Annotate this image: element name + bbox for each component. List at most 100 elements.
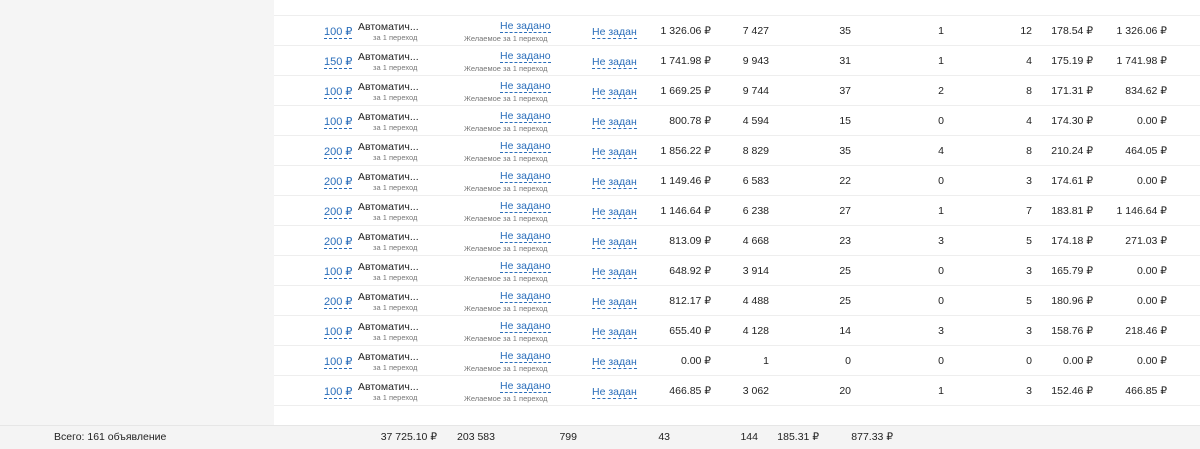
bid-editor[interactable]: 200 ₽ (324, 296, 353, 309)
spend-value: 648.92 ₽ (669, 265, 711, 277)
desired-value-link[interactable]: Не задано (500, 81, 551, 93)
revenue-value: 1 326.06 ₽ (1116, 25, 1167, 37)
desired-value-link[interactable]: Не задано (500, 381, 551, 393)
bid-editor[interactable]: 100 ₽ (324, 326, 353, 339)
bid-editor[interactable]: 200 ₽ (324, 236, 353, 249)
bid-editor[interactable]: 200 ₽ (324, 176, 353, 189)
revenue-value: 0.00 ₽ (1136, 295, 1167, 307)
col5-value: 3 (1026, 265, 1032, 277)
desired-value-link[interactable]: Не задано (500, 201, 551, 213)
cpc-value: 175.19 ₽ (1051, 55, 1093, 67)
revenue-value: 1 146.64 ₽ (1116, 205, 1167, 217)
spend-value: 1 856.22 ₽ (660, 145, 711, 157)
conversions-value: 0 (938, 295, 944, 307)
bid-unit-label: за 1 переход (373, 63, 418, 72)
spend-value: 812.17 ₽ (669, 295, 711, 307)
target-link[interactable]: Не задан (592, 236, 637, 249)
impressions-value: 4 594 (742, 115, 769, 127)
desired-value-link[interactable]: Не задано (500, 231, 551, 243)
spend-value: 1 741.98 ₽ (660, 55, 711, 67)
target-link[interactable]: Не задан (592, 176, 637, 189)
target-link[interactable]: Не задан (592, 56, 637, 69)
target-link[interactable]: Не задан (592, 326, 637, 339)
cpc-value: 174.18 ₽ (1051, 235, 1093, 247)
total-clicks: 799 (559, 431, 577, 443)
table-row: 200 ₽ Автоматич... за 1 переход Не задано Же… (274, 166, 1200, 196)
bid-editor[interactable]: 100 ₽ (324, 356, 353, 369)
bid-editor[interactable]: 200 ₽ (324, 206, 353, 219)
total-cpc: 185.31 ₽ (777, 431, 819, 443)
bid-unit-label: за 1 переход (373, 393, 418, 402)
conversions-value: 0 (938, 115, 944, 127)
ad-name: Автоматич... (358, 321, 419, 333)
spend-value: 800.78 ₽ (669, 115, 711, 127)
target-link[interactable]: Не задан (592, 266, 637, 279)
spend-value: 1 146.64 ₽ (660, 205, 711, 217)
bid-editor[interactable]: 100 ₽ (324, 386, 353, 399)
conversions-value: 0 (938, 175, 944, 187)
bid-unit-label: за 1 переход (373, 303, 418, 312)
bid-unit-label: за 1 переход (373, 33, 418, 42)
target-link[interactable]: Не задан (592, 356, 637, 369)
target-link[interactable]: Не задан (592, 146, 637, 159)
cpc-value: 178.54 ₽ (1051, 25, 1093, 37)
impressions-value: 9 943 (742, 55, 769, 67)
desired-value-link[interactable]: Не задано (500, 21, 551, 33)
desired-value-link[interactable]: Не задано (500, 111, 551, 123)
clicks-value: 37 (839, 85, 851, 97)
target-link[interactable]: Не задан (592, 386, 637, 399)
bid-unit-label: за 1 переход (373, 243, 418, 252)
desired-value-link[interactable]: Не задано (500, 261, 551, 273)
desired-value-link[interactable]: Не задано (500, 171, 551, 183)
bid-editor[interactable]: 100 ₽ (324, 86, 353, 99)
desired-value-caption: Желаемое за 1 переход (464, 274, 548, 283)
table-row: 200 ₽ Автоматич... за 1 переход Не задано Же… (274, 196, 1200, 226)
spend-value: 0.00 ₽ (680, 355, 711, 367)
ad-name: Автоматич... (358, 141, 419, 153)
desired-value-caption: Желаемое за 1 переход (464, 334, 548, 343)
bid-unit-label: за 1 переход (373, 153, 418, 162)
bid-editor[interactable]: 200 ₽ (324, 146, 353, 159)
clicks-value: 0 (845, 355, 851, 367)
bid-unit-label: за 1 переход (373, 93, 418, 102)
desired-value-link[interactable]: Не задано (500, 351, 551, 363)
desired-value-link[interactable]: Не задано (500, 51, 551, 63)
target-link[interactable]: Не задан (592, 296, 637, 309)
spend-value: 655.40 ₽ (669, 325, 711, 337)
spend-value: 1 149.46 ₽ (660, 175, 711, 187)
revenue-value: 0.00 ₽ (1136, 265, 1167, 277)
cpc-value: 180.96 ₽ (1051, 295, 1093, 307)
target-link[interactable]: Не задан (592, 116, 637, 129)
col5-value: 4 (1026, 115, 1032, 127)
spend-value: 1 669.25 ₽ (660, 85, 711, 97)
bid-editor[interactable]: 100 ₽ (324, 266, 353, 279)
desired-value-link[interactable]: Не задано (500, 291, 551, 303)
desired-value-caption: Желаемое за 1 переход (464, 184, 548, 193)
bid-unit-label: за 1 переход (373, 213, 418, 222)
desired-value-link[interactable]: Не задано (500, 321, 551, 333)
clicks-value: 25 (839, 265, 851, 277)
bid-editor[interactable]: 100 ₽ (324, 116, 353, 129)
revenue-value: 466.85 ₽ (1125, 385, 1167, 397)
desired-value-caption: Желаемое за 1 переход (464, 304, 548, 313)
impressions-value: 4 128 (742, 325, 769, 337)
bid-editor[interactable]: 100 ₽ (324, 26, 353, 39)
impressions-value: 4 488 (742, 295, 769, 307)
ad-name: Автоматич... (358, 291, 419, 303)
target-link[interactable]: Не задан (592, 26, 637, 39)
col5-value: 8 (1026, 85, 1032, 97)
ad-name: Автоматич... (358, 261, 419, 273)
clicks-value: 22 (839, 175, 851, 187)
target-link[interactable]: Не задан (592, 206, 637, 219)
total-count: Всего: 161 объявление (54, 431, 167, 443)
cpc-value: 152.46 ₽ (1051, 385, 1093, 397)
desired-value-link[interactable]: Не задано (500, 141, 551, 153)
impressions-value: 1 (763, 355, 769, 367)
bid-editor[interactable]: 150 ₽ (324, 56, 353, 69)
conversions-value: 3 (938, 325, 944, 337)
target-link[interactable]: Не задан (592, 86, 637, 99)
conversions-value: 1 (938, 385, 944, 397)
clicks-value: 35 (839, 145, 851, 157)
table-row: 100 ₽ Автоматич... за 1 переход Не задано Же… (274, 256, 1200, 286)
col5-value: 12 (1020, 25, 1032, 37)
